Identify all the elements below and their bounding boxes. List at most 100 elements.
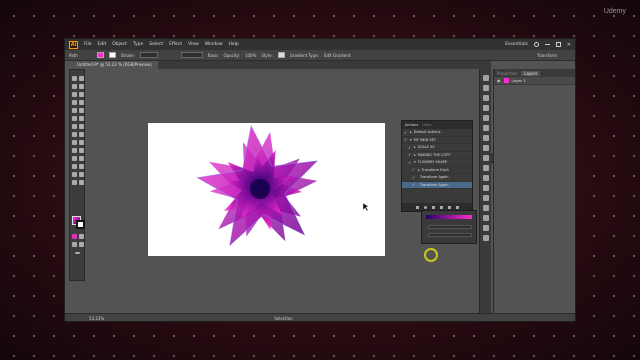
expand-triangle-icon[interactable]: ▸ [414,145,416,149]
edit-gradient-button[interactable]: Edit Gradient [324,53,350,58]
record-icon[interactable] [423,205,427,209]
layer-row[interactable]: ◉ Layer 1 [494,77,575,85]
scale-tool-icon[interactable] [79,124,84,129]
appearance-panel-icon[interactable] [483,165,489,171]
paintbrush-tool-icon[interactable] [79,108,84,113]
paragraph-panel-icon[interactable] [483,215,489,221]
action-row[interactable]: ✓ ▸ MAKING THE COPY [402,152,472,159]
width-tool-icon[interactable] [72,132,77,137]
search-icon[interactable] [533,42,539,47]
magic-wand-tool-icon[interactable] [72,84,77,89]
transparency-panel-icon[interactable] [483,155,489,161]
perspective-grid-tool-icon[interactable] [79,140,84,145]
menu-type[interactable]: Type [133,42,143,47]
flowery-star-artwork[interactable] [148,123,385,256]
tab-properties[interactable]: Properties [497,71,517,76]
visibility-eye-icon[interactable]: ◉ [497,78,501,83]
symbol-sprayer-tool-icon[interactable] [72,164,77,169]
shape-builder-tool-icon[interactable] [72,140,77,145]
type-tool-icon[interactable] [72,100,77,105]
hand-tool-icon[interactable] [72,180,77,185]
action-row[interactable]: ✓ ▸ Transform Each [402,167,472,174]
document-tab[interactable]: Untitled-9* @ 53.23 % (RGB/Preview) [71,61,158,69]
menu-select[interactable]: Select [149,42,163,47]
transform-button[interactable]: Transform [537,53,557,58]
rectangle-tool-icon[interactable] [72,108,77,113]
action-row[interactable]: ✓ ▸ SCALE 50 [402,144,472,152]
gradient-location-field[interactable] [428,225,472,229]
selection-tool-icon[interactable] [72,76,77,81]
action-toggle-check-icon[interactable]: ✓ [408,152,412,157]
curvature-tool-icon[interactable] [79,92,84,97]
action-toggle-check-icon[interactable]: ✓ [412,175,416,180]
gradient-mode-icon[interactable] [79,234,84,239]
expand-triangle-icon[interactable]: ▾ [414,160,416,164]
blend-tool-icon[interactable] [79,156,84,161]
pen-tool-icon[interactable] [72,92,77,97]
zoom-level[interactable]: 53.23% [89,316,104,321]
expand-triangle-icon[interactable]: ▸ [410,130,412,134]
maximize-icon[interactable] [555,42,561,47]
menu-object[interactable]: Object [112,42,127,47]
tab-layers[interactable]: Layers [521,70,541,76]
color-panel-icon[interactable] [483,95,489,101]
menu-edit[interactable]: Edit [98,42,107,47]
color-mode-icon[interactable] [72,234,77,239]
gradient-slider[interactable] [426,215,472,219]
gradient-panel-icon[interactable] [483,145,489,151]
graphic-style-swatch[interactable] [277,52,285,58]
zoom-tool-icon[interactable] [79,180,84,185]
line-tool-icon[interactable] [79,100,84,105]
actions-panel-icon[interactable] [483,225,489,231]
tab-actions[interactable]: Actions [405,123,418,127]
links-panel-icon[interactable] [483,235,489,241]
direct-selection-tool-icon[interactable] [79,76,84,81]
gradient-opacity-field[interactable] [428,233,472,237]
status-tool-label[interactable]: Selection [274,316,292,321]
menu-effect[interactable]: Effect [169,42,182,47]
action-toggle-check-icon[interactable]: ✓ [412,167,416,172]
mesh-tool-icon[interactable] [72,148,77,153]
menu-view[interactable]: View [188,42,199,47]
symbols-panel-icon[interactable] [483,125,489,131]
new-set-icon[interactable] [439,205,443,209]
fill-swatch[interactable] [96,52,104,58]
action-row[interactable]: ✓ Transform Again [402,174,472,182]
action-row[interactable]: ✓ ▸ Default Actions [402,129,472,137]
swatches-panel-icon[interactable] [483,105,489,111]
delete-icon[interactable] [455,205,459,209]
menu-help[interactable]: Help [229,42,239,47]
action-toggle-check-icon[interactable]: ✓ [408,145,412,150]
transform-panel-icon[interactable] [483,195,489,201]
action-row[interactable]: ✓ ▾ MY NEW SET [402,137,472,144]
stroke-swatch[interactable] [108,52,116,58]
gradient-tool-icon[interactable] [79,148,84,153]
pathfinder-panel-icon[interactable] [483,185,489,191]
stroke-color-swatch[interactable] [76,220,85,229]
eyedropper-tool-icon[interactable] [72,156,77,161]
minimize-icon[interactable] [544,44,550,45]
new-action-icon[interactable] [447,205,451,209]
lasso-tool-icon[interactable] [79,84,84,89]
action-toggle-check-icon[interactable]: ✓ [404,130,408,135]
tab-links[interactable]: Links [422,123,431,127]
free-transform-tool-icon[interactable] [79,132,84,137]
expand-triangle-icon[interactable]: ▸ [414,153,416,157]
workspace-switcher[interactable]: Essentials [505,42,528,47]
align-panel-icon[interactable] [483,175,489,181]
action-toggle-check-icon[interactable]: ✓ [408,160,412,165]
close-icon[interactable]: ✕ [567,42,571,48]
menu-file[interactable]: File [84,42,92,47]
libraries-panel-icon[interactable] [483,85,489,91]
canvas-area[interactable]: Actions Links ✓ ▸ Default Actions ✓ ▾ MY… [85,69,497,313]
expand-triangle-icon[interactable]: ▾ [410,138,412,142]
eraser-tool-icon[interactable] [79,116,84,121]
artboard-tool-icon[interactable] [72,172,77,177]
stop-icon[interactable] [415,205,419,209]
properties-panel-icon[interactable] [483,75,489,81]
pencil-tool-icon[interactable] [72,116,77,121]
artboard[interactable] [148,123,385,256]
column-graph-tool-icon[interactable] [79,164,84,169]
rotate-tool-icon[interactable] [72,124,77,129]
brushes-panel-icon[interactable] [483,115,489,121]
